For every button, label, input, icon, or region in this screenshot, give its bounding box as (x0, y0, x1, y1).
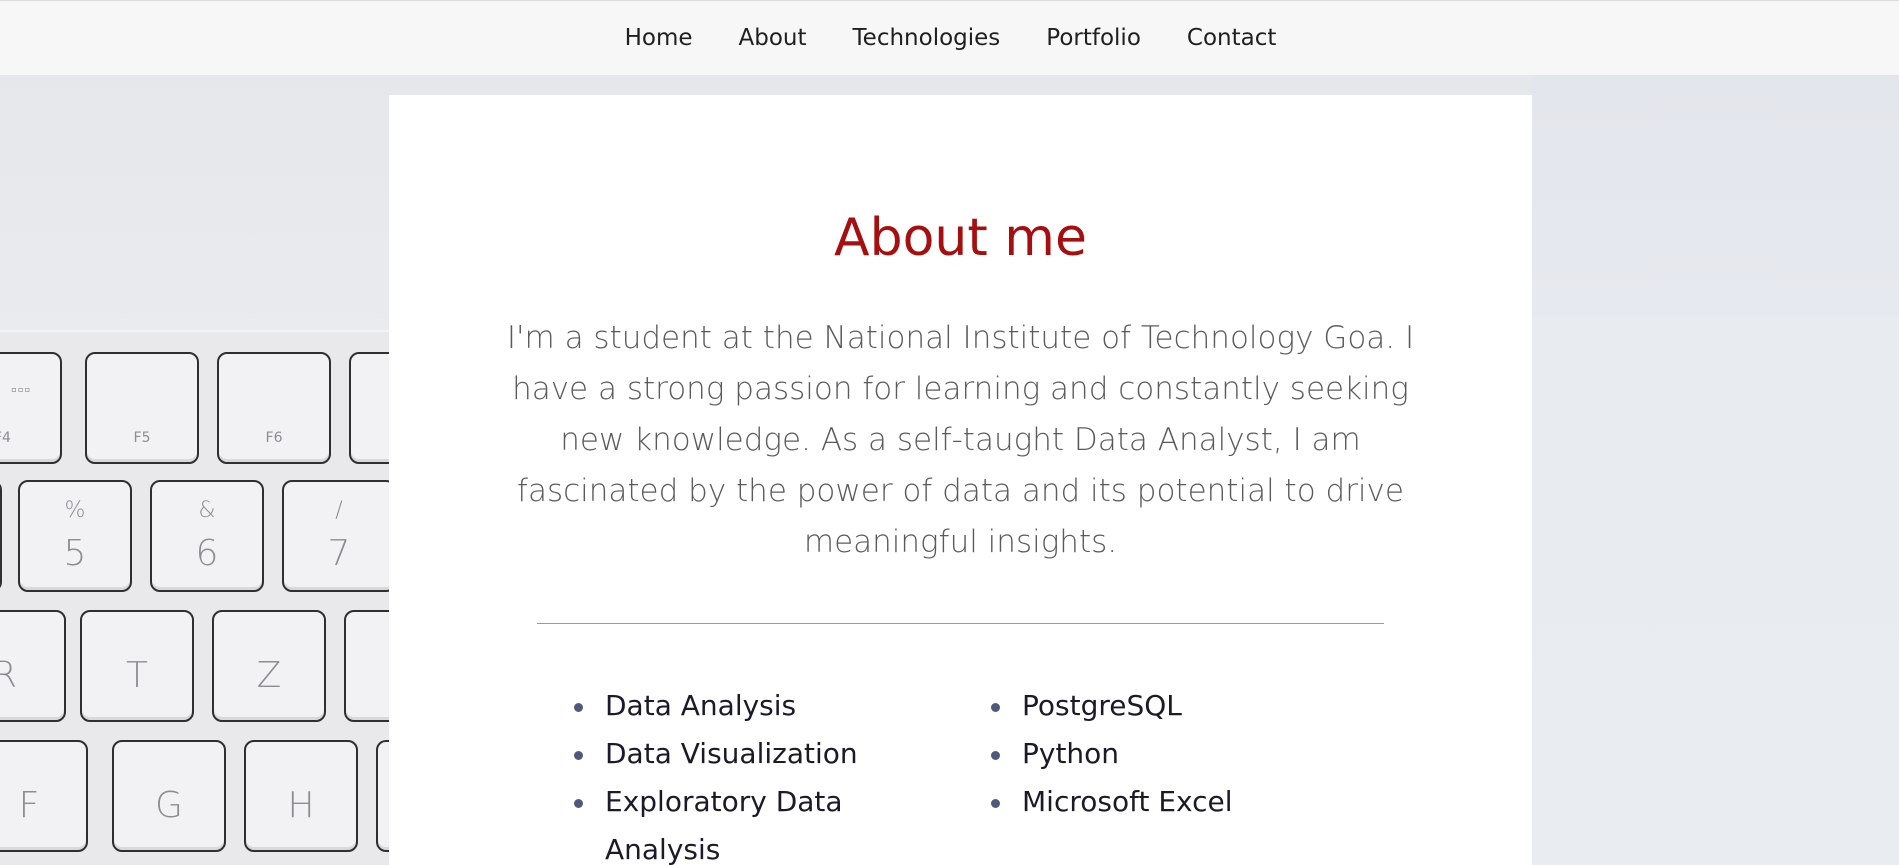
nav-link-technologies[interactable]: Technologies (830, 25, 1024, 51)
key-label: G (155, 785, 183, 826)
key-t: T (80, 610, 194, 722)
key-6: & 6 (150, 480, 264, 592)
key-z: Z (212, 610, 326, 722)
key-label: F (18, 785, 40, 826)
grid-icon: ▫▫▫ (10, 380, 31, 399)
key-label: F6 (265, 430, 283, 446)
skill-item: Python (988, 730, 1308, 778)
nav-link-home[interactable]: Home (602, 25, 716, 51)
key-r: R (0, 610, 66, 722)
key-7: / 7 (282, 480, 396, 592)
nav-menu: Home About Technologies Portfolio Contac… (602, 25, 1300, 51)
divider (537, 623, 1384, 624)
skill-item: PostgreSQL (988, 682, 1308, 730)
key-5: % 5 (18, 480, 132, 592)
about-intro-text: I'm a student at the National Institute … (506, 320, 1415, 560)
about-title: About me (834, 208, 1087, 268)
key-label: & (198, 498, 216, 523)
key-4 (0, 480, 2, 592)
keyboard-image: ▫▫▫ F4 F5 F6 % 5 & 6 / 7 R T (0, 330, 490, 865)
key-h: H (244, 740, 358, 852)
key-label: 7 (327, 533, 351, 574)
nav-link-portfolio[interactable]: Portfolio (1023, 25, 1164, 51)
skill-item: Data Analysis (571, 682, 871, 730)
nav-link-contact[interactable]: Contact (1164, 25, 1299, 51)
skill-item: Data Visualization (571, 730, 871, 778)
key-label: Z (256, 655, 282, 696)
key-label: % (64, 498, 86, 523)
skills-list-right: PostgreSQL Python Microsoft Excel (988, 682, 1308, 826)
key-label: F4 (0, 430, 11, 446)
about-card: About me I'm a student at the National I… (389, 95, 1532, 865)
key-label: 5 (63, 533, 87, 574)
key-f: F (0, 740, 88, 852)
key-f5: F5 (85, 352, 199, 464)
skills-list-left: Data Analysis Data Visualization Explora… (571, 682, 871, 865)
background-desk (1532, 75, 1899, 865)
key-label: / (335, 498, 343, 523)
key-g: G (112, 740, 226, 852)
key-label: R (0, 655, 18, 696)
nav-link-about[interactable]: About (716, 25, 830, 51)
key-label: F5 (133, 430, 151, 446)
key-label: 6 (195, 533, 219, 574)
top-navbar: Home About Technologies Portfolio Contac… (0, 0, 1899, 75)
key-f4: ▫▫▫ F4 (0, 352, 62, 464)
skill-item: Exploratory Data Analysis (571, 778, 871, 865)
key-f6: F6 (217, 352, 331, 464)
skill-item: Microsoft Excel (988, 778, 1308, 826)
key-label: H (287, 785, 315, 826)
key-label: T (126, 655, 148, 696)
